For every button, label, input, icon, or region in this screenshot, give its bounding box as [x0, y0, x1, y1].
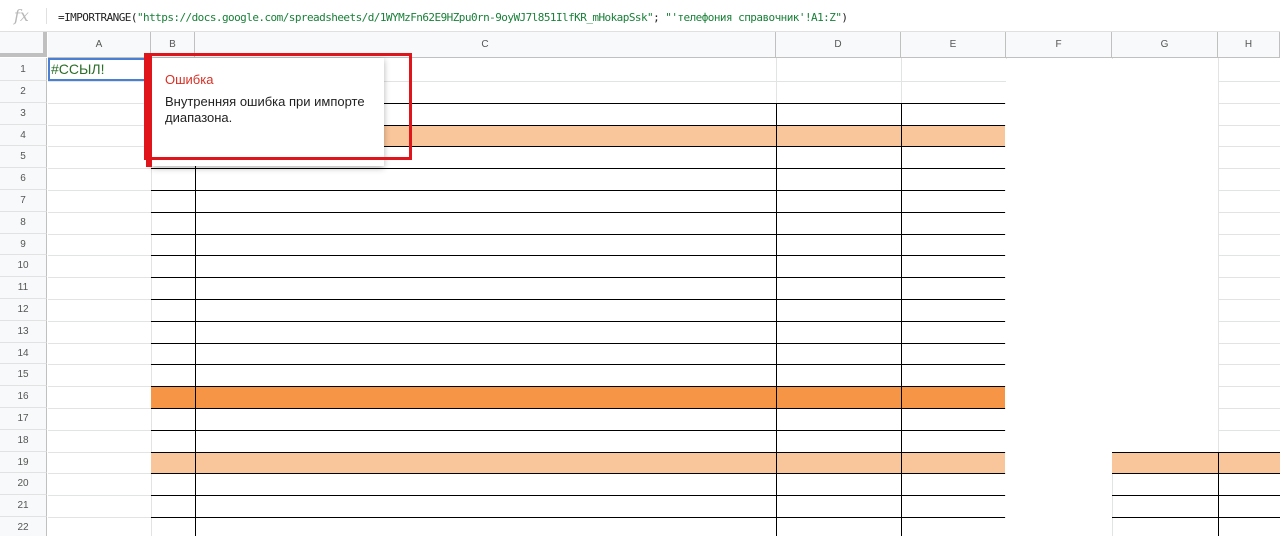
row-header-6[interactable]: 6: [0, 168, 47, 190]
table-border-row: [151, 190, 1005, 191]
row-header-13[interactable]: 13: [0, 321, 47, 343]
table-border-row: [151, 452, 1005, 453]
table-border-col-c: [195, 103, 196, 536]
select-all-corner[interactable]: [0, 32, 47, 57]
table-border-row: [151, 212, 1005, 213]
formula-bar: fx =IMPORTRANGE("https://docs.google.com…: [0, 0, 1280, 32]
table-border-row: [151, 408, 1005, 409]
formula-arg-separator: ;: [653, 11, 666, 24]
table-border-row-gh: [1112, 495, 1280, 496]
table-border-row: [151, 495, 1005, 496]
cell-a1-value: #ССЫЛ!: [51, 61, 105, 77]
row-header-2[interactable]: 2: [0, 81, 47, 103]
row-header-4[interactable]: 4: [0, 125, 47, 146]
table-border-row: [151, 430, 1005, 431]
table-border-row: [151, 517, 1005, 518]
table-border-row: [151, 343, 1005, 344]
row-header-22[interactable]: 22: [0, 517, 47, 536]
row-header-7[interactable]: 7: [0, 190, 47, 212]
table-border-col-d: [776, 103, 777, 536]
highlight-box: [144, 53, 412, 160]
row-header-5[interactable]: 5: [0, 146, 47, 168]
highlight-bar: [146, 56, 152, 167]
row-header-19[interactable]: 19: [0, 452, 47, 473]
column-header-d[interactable]: D: [776, 32, 901, 58]
row-header-12[interactable]: 12: [0, 299, 47, 321]
blank-area-gh: [1112, 59, 1218, 462]
row-header-11[interactable]: 11: [0, 277, 47, 299]
row-header-14[interactable]: 14: [0, 343, 47, 364]
row-header-16[interactable]: 16: [0, 386, 47, 408]
formula-range-arg: "'телефония справочник'!A1:Z": [665, 11, 842, 24]
column-header-a[interactable]: A: [48, 32, 151, 58]
row-header-21[interactable]: 21: [0, 495, 47, 517]
row-16-fill: [151, 386, 1005, 408]
row-19-fill: [151, 452, 1005, 473]
formula-close-paren: ): [841, 11, 848, 24]
row-header-18[interactable]: 18: [0, 430, 47, 452]
row-header-10[interactable]: 10: [0, 255, 47, 277]
table-border-col-h: [1218, 452, 1219, 536]
table-border-row-gh: [1112, 517, 1280, 518]
row-header-20[interactable]: 20: [0, 473, 47, 495]
column-header-e[interactable]: E: [901, 32, 1006, 58]
table-border-row: [151, 386, 1005, 387]
table-border-row: [151, 234, 1005, 235]
formula-separator: [46, 8, 47, 24]
table-border-row: [151, 299, 1005, 300]
column-header-f[interactable]: F: [1006, 32, 1112, 58]
blank-area-f: [1006, 59, 1112, 536]
row-header-1[interactable]: 1: [0, 58, 47, 81]
formula-url-arg: "https://docs.google.com/spreadsheets/d/…: [136, 11, 654, 24]
table-border-row: [151, 473, 1005, 474]
row-header-8[interactable]: 8: [0, 212, 47, 234]
row-header-3[interactable]: 3: [0, 103, 47, 125]
table-border-row: [151, 255, 1005, 256]
column-header-h[interactable]: H: [1218, 32, 1280, 58]
column-header-g[interactable]: G: [1112, 32, 1218, 58]
table-border-row: [151, 364, 1005, 365]
formula-function: =IMPORTRANGE(: [58, 11, 138, 24]
table-border-row: [151, 321, 1005, 322]
row-19-fill-gh: [1112, 452, 1280, 473]
row-header-9[interactable]: 9: [0, 234, 47, 255]
fx-icon: fx: [14, 6, 29, 25]
table-border-row-gh: [1112, 473, 1280, 474]
table-border-col-e: [901, 103, 902, 536]
table-border-row-gh: [1112, 452, 1280, 453]
table-border-row: [151, 277, 1005, 278]
formula-input[interactable]: =IMPORTRANGE("https://docs.google.com/sp…: [58, 11, 848, 24]
row-header-15[interactable]: 15: [0, 364, 47, 386]
row-header-17[interactable]: 17: [0, 408, 47, 430]
table-border-row: [151, 168, 1005, 169]
